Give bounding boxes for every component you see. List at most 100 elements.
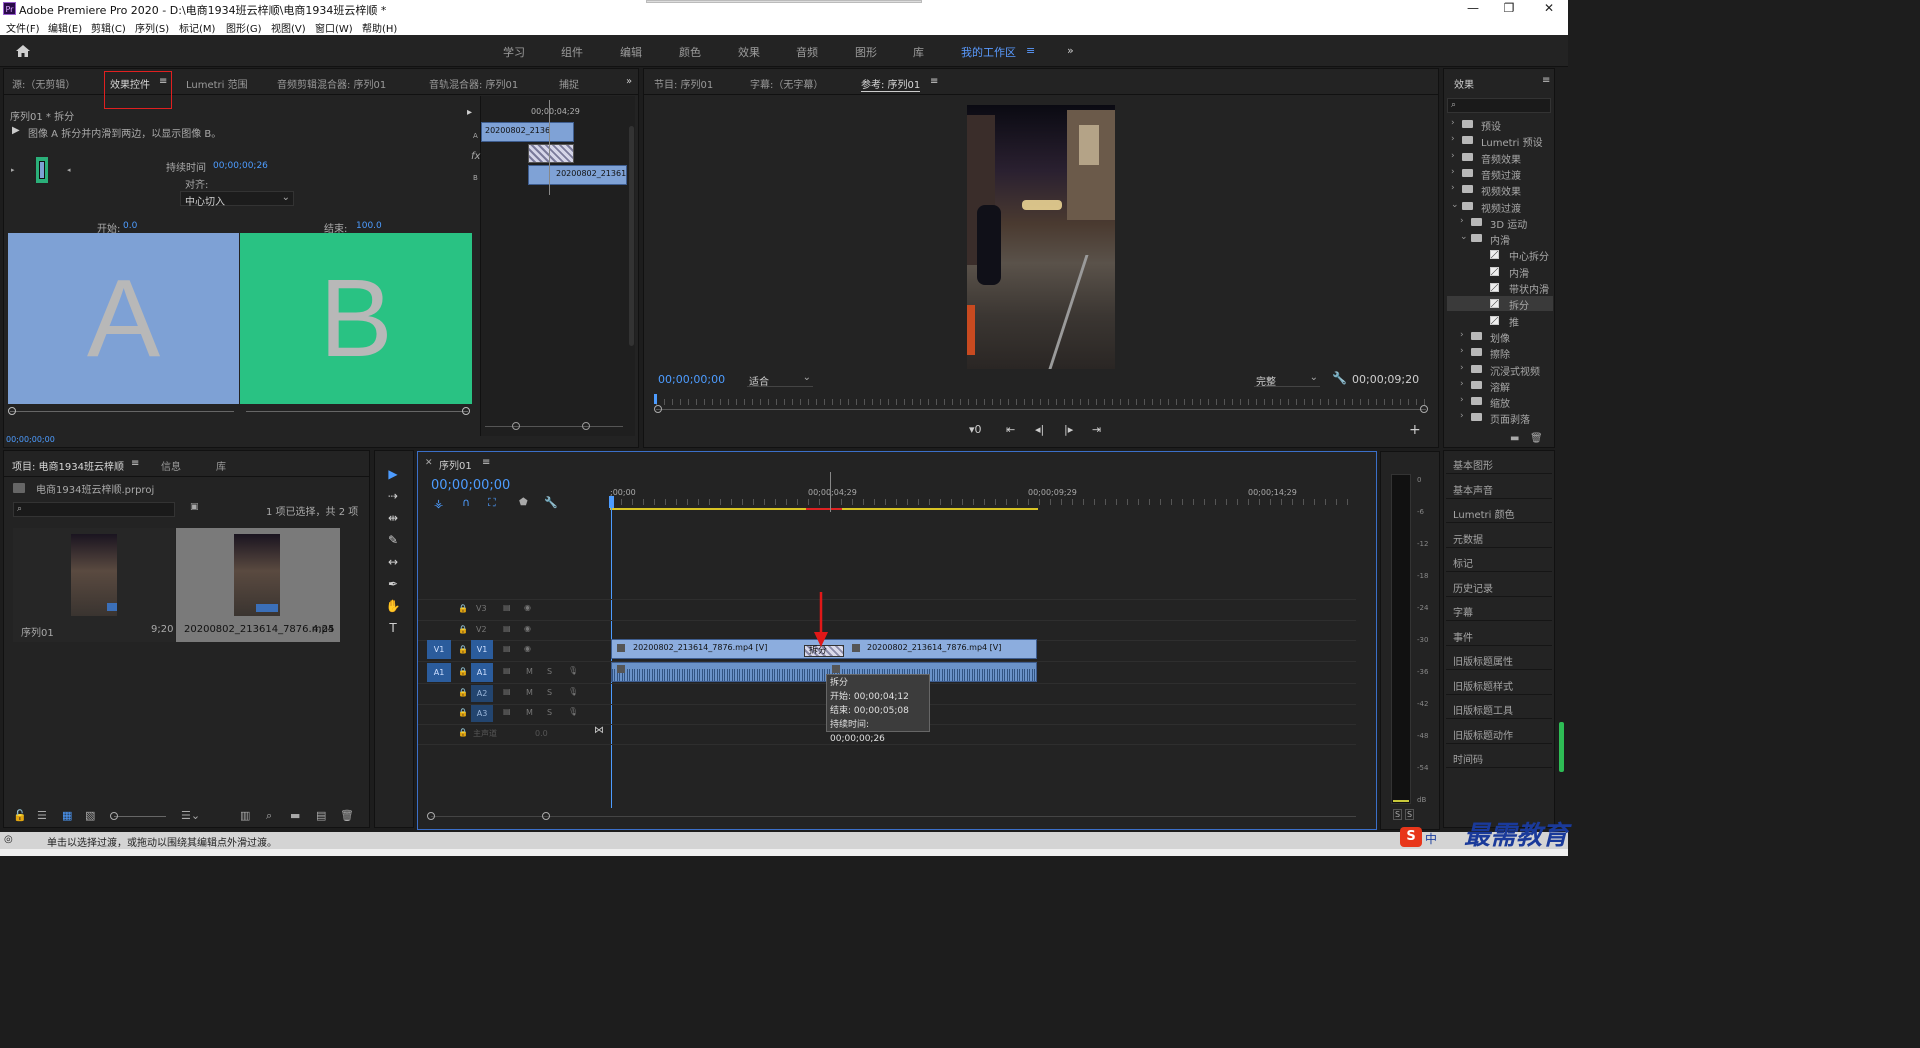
- effects-tree-item[interactable]: 中心拆分: [1447, 247, 1553, 263]
- monitor-playhead[interactable]: [654, 394, 657, 404]
- timeline-ruler[interactable]: [610, 499, 1358, 505]
- track-v1-label[interactable]: V1: [471, 640, 493, 659]
- tab-lumetri-scopes[interactable]: Lumetri 范围: [186, 76, 248, 91]
- chevron-right-icon[interactable]: ›: [1460, 411, 1464, 421]
- close-button[interactable]: ✕: [1532, 0, 1566, 18]
- microphone-icon[interactable]: 🎙: [568, 707, 578, 716]
- effects-search-input[interactable]: ⌕: [1447, 98, 1551, 113]
- effects-tree-item[interactable]: › 缩放: [1447, 394, 1553, 410]
- go-to-in-icon[interactable]: ⇤: [1006, 423, 1015, 436]
- go-to-out-icon[interactable]: ⇥: [1092, 423, 1101, 436]
- monitor-zoom-handle-right[interactable]: [1420, 405, 1428, 413]
- effects-tree-item[interactable]: › 3D 运动: [1447, 215, 1553, 231]
- list-view-icon[interactable]: ☰: [37, 809, 47, 822]
- solo-button[interactable]: S: [547, 708, 552, 717]
- effects-tree-item[interactable]: › 溶解: [1447, 378, 1553, 394]
- monitor-timecode[interactable]: 00;00;00;00: [658, 373, 725, 386]
- add-button-icon[interactable]: +: [1409, 422, 1421, 438]
- solo-button[interactable]: S: [547, 667, 552, 676]
- effects-tree-item[interactable]: 拆分: [1447, 296, 1553, 312]
- panel-stack-item[interactable]: 旧版标题动作: [1446, 720, 1552, 744]
- lock-icon[interactable]: 🔒: [458, 688, 468, 697]
- lock-icon[interactable]: 🔒: [458, 708, 468, 717]
- mute-button[interactable]: M: [526, 667, 533, 676]
- timeline-zoom-bar[interactable]: [431, 816, 1356, 817]
- menu-window[interactable]: 窗口(W): [315, 20, 353, 35]
- tab-reference[interactable]: 参考: 序列01: [861, 76, 921, 92]
- start-value[interactable]: 0.0: [123, 221, 137, 231]
- panel-scrollbar[interactable]: [1559, 722, 1564, 772]
- timeline-zoom-handle-left[interactable]: [427, 812, 435, 820]
- new-bin-icon[interactable]: ▬: [1510, 433, 1519, 444]
- sync-lock-icon[interactable]: ▤: [503, 707, 511, 716]
- mini-zoom-bar[interactable]: [485, 426, 623, 427]
- effects-tree-item[interactable]: › 视频效果: [1447, 182, 1553, 198]
- panel-stack-item[interactable]: 旧版标题属性: [1446, 646, 1552, 670]
- direction-left-icon[interactable]: ▸: [11, 166, 15, 174]
- delete-icon[interactable]: 🗑: [1530, 433, 1543, 444]
- duration-value[interactable]: 00;00;00;26: [213, 161, 268, 171]
- project-menu-icon[interactable]: ≡: [131, 458, 139, 469]
- linked-selection-icon[interactable]: ⛶: [488, 496, 496, 510]
- sync-lock-icon[interactable]: ▤: [503, 624, 511, 633]
- track-a1-label[interactable]: A1: [471, 663, 493, 682]
- timeline-zoom-handle-right[interactable]: [542, 812, 550, 820]
- monitor-time-ruler[interactable]: [656, 399, 1426, 405]
- menu-file[interactable]: 文件(F): [6, 20, 40, 35]
- eye-icon[interactable]: ◉: [524, 644, 531, 653]
- workspace-tab-graphics[interactable]: 图形: [855, 44, 877, 60]
- eye-icon[interactable]: ◉: [524, 624, 531, 633]
- lock-icon[interactable]: 🔒: [458, 604, 468, 613]
- end-slider-handle[interactable]: [462, 407, 470, 415]
- new-bin-icon[interactable]: ▬: [290, 809, 300, 822]
- icon-view-icon[interactable]: ▦: [62, 809, 72, 822]
- fit-select[interactable]: 适合 ⌄: [747, 372, 813, 388]
- panel-stack-item[interactable]: 元数据: [1446, 524, 1552, 548]
- panel-stack-item[interactable]: 时间码: [1446, 744, 1552, 768]
- chevron-right-icon[interactable]: ›: [1451, 183, 1455, 193]
- timeline-menu-icon[interactable]: ≡: [482, 457, 490, 468]
- tab-source[interactable]: 源:（无剪辑）: [12, 76, 75, 91]
- lock-icon[interactable]: 🔒: [458, 645, 468, 654]
- mute-button[interactable]: M: [526, 688, 533, 697]
- source-patch-v1[interactable]: V1: [427, 640, 451, 659]
- workspace-tab-effects[interactable]: 效果: [738, 44, 760, 60]
- align-select[interactable]: 中心切入 ⌄: [180, 191, 294, 208]
- nest-icon[interactable]: ⚶: [434, 497, 443, 510]
- workspace-tab-audio[interactable]: 音频: [796, 44, 818, 60]
- ripple-edit-tool-icon[interactable]: ⇹: [385, 510, 401, 526]
- project-item-clip[interactable]: 20200802_213614_7876.mp4 4;25: [176, 528, 340, 642]
- type-tool-icon[interactable]: T: [385, 620, 401, 636]
- freeform-view-icon[interactable]: ▧: [85, 809, 95, 822]
- monitor-zoom-handle-left[interactable]: [654, 405, 662, 413]
- sort-icon[interactable]: ☰⌄: [181, 809, 200, 822]
- menu-marker[interactable]: 标记(M): [179, 20, 215, 35]
- mute-button[interactable]: M: [526, 708, 533, 717]
- workspace-tab-assembly[interactable]: 组件: [561, 44, 583, 60]
- chevron-right-icon[interactable]: ›: [1451, 151, 1455, 161]
- tab-captions[interactable]: 字幕:（无字幕）: [750, 76, 823, 91]
- pen-tool-icon[interactable]: ✒: [385, 576, 401, 592]
- tab-program[interactable]: 节目: 序列01: [654, 76, 713, 91]
- start-slider-handle[interactable]: [8, 407, 16, 415]
- chevron-right-icon[interactable]: ›: [1460, 346, 1464, 356]
- panel-stack-item[interactable]: 旧版标题工具: [1446, 695, 1552, 719]
- menu-edit[interactable]: 编辑(E): [48, 20, 82, 35]
- eye-icon[interactable]: ◉: [524, 603, 531, 612]
- tab-sequence[interactable]: 序列01: [439, 457, 472, 472]
- end-value[interactable]: 100.0: [356, 221, 382, 231]
- delete-icon[interactable]: 🗑: [340, 809, 354, 822]
- play-transition-icon[interactable]: ▶: [12, 125, 20, 136]
- microphone-icon[interactable]: 🎙: [568, 687, 578, 696]
- slip-tool-icon[interactable]: ↔: [385, 554, 401, 570]
- track-select-tool-icon[interactable]: ⇢: [385, 488, 401, 504]
- tab-info[interactable]: 信息: [161, 458, 181, 473]
- sync-lock-icon[interactable]: ▤: [503, 644, 511, 653]
- lock-icon[interactable]: 🔒: [458, 728, 468, 737]
- step-forward-icon[interactable]: |▸: [1064, 423, 1073, 436]
- effects-tree-item[interactable]: 带状内滑: [1447, 280, 1553, 296]
- effects-tree-item[interactable]: 推: [1447, 313, 1553, 329]
- timeline-playhead-head[interactable]: [609, 496, 614, 508]
- hand-tool-icon[interactable]: ✋: [385, 598, 401, 614]
- workspace-tab-libraries[interactable]: 库: [913, 44, 924, 60]
